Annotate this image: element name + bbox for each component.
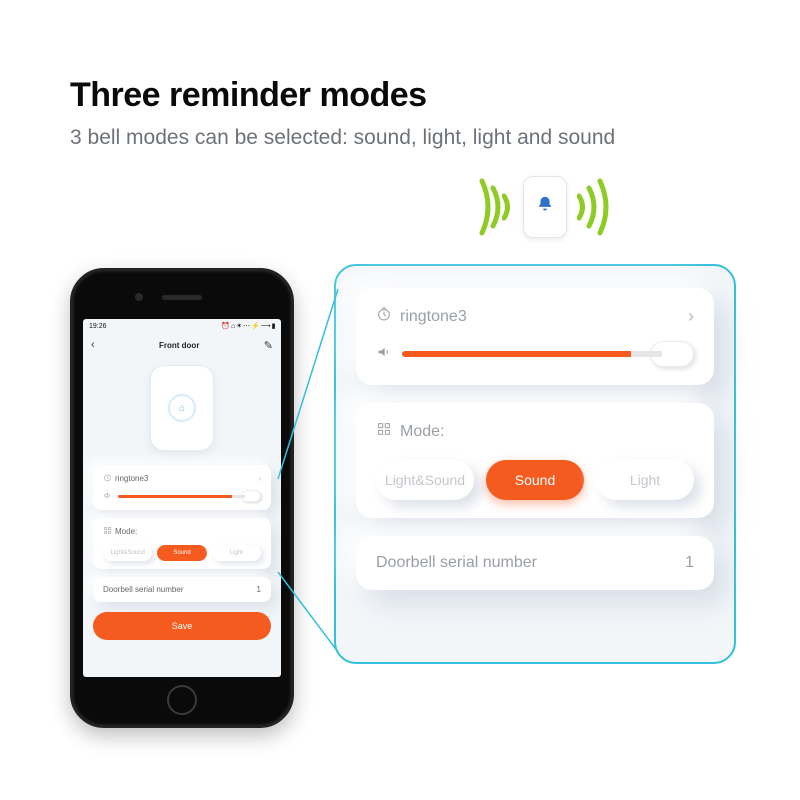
chime-body xyxy=(523,176,567,238)
mode-option-light[interactable]: Light xyxy=(212,545,261,561)
ringtone-row[interactable]: ringtone3 › xyxy=(103,473,261,484)
sound-wave-icon xyxy=(502,193,513,221)
chevron-right-icon: › xyxy=(258,474,261,483)
edit-icon[interactable]: ✎ xyxy=(264,339,273,352)
phone-camera xyxy=(135,293,143,301)
doorbell-button-icon: ⌂ xyxy=(168,394,196,422)
serial-card-zoom: Doorbell serial number 1 xyxy=(356,536,714,590)
volume-slider-zoom[interactable] xyxy=(376,341,694,367)
phone-speaker xyxy=(162,295,202,300)
mode-option-light-sound[interactable]: Light&Sound xyxy=(103,545,152,561)
serial-label: Doorbell serial number xyxy=(103,585,183,594)
phone-screen: 19:26 ⏰ ⌂ ✶ ⋯ ⚡ ⟶ ▮ ‹ Front door ✎ ⌂ rin… xyxy=(83,319,281,677)
serial-value: 1 xyxy=(257,585,261,594)
back-icon[interactable]: ‹ xyxy=(91,339,95,351)
volume-icon xyxy=(376,344,392,365)
volume-track-zoom[interactable] xyxy=(402,351,662,357)
serial-label-zoom: Doorbell serial number xyxy=(376,554,537,572)
status-icons: ⏰ ⌂ ✶ ⋯ ⚡ ⟶ ▮ xyxy=(221,322,275,330)
home-button[interactable] xyxy=(167,685,197,715)
volume-track[interactable] xyxy=(118,495,245,498)
ringtone-row-zoom[interactable]: ringtone3 › xyxy=(376,306,694,327)
volume-slider[interactable] xyxy=(103,490,261,502)
serial-card: Doorbell serial number 1 xyxy=(93,577,271,602)
timer-icon xyxy=(103,473,112,484)
grid-icon xyxy=(103,526,112,537)
save-button[interactable]: Save xyxy=(93,612,271,640)
mode-option-light-sound-zoom[interactable]: Light&Sound xyxy=(376,460,474,500)
mode-card: Mode: Light&Sound Sound Light xyxy=(93,518,271,569)
device-hero: ⌂ xyxy=(83,357,281,465)
screen-title: Front door xyxy=(159,341,199,350)
page-title: Three reminder modes xyxy=(70,76,427,115)
ringtone-label: ringtone3 xyxy=(115,474,148,483)
ringtone-card-zoom: ringtone3 › xyxy=(356,288,714,385)
timer-icon xyxy=(376,306,392,327)
status-bar: 19:26 ⏰ ⌂ ✶ ⋯ ⚡ ⟶ ▮ xyxy=(83,319,281,333)
mode-option-sound[interactable]: Sound xyxy=(157,545,206,561)
mode-option-light-zoom[interactable]: Light xyxy=(596,460,694,500)
ringtone-label-zoom: ringtone3 xyxy=(400,308,467,326)
mode-label-zoom: Mode: xyxy=(400,423,444,441)
bell-icon xyxy=(534,194,556,221)
doorbell-device: ⌂ xyxy=(150,365,214,451)
phone-mockup: 19:26 ⏰ ⌂ ✶ ⋯ ⚡ ⟶ ▮ ‹ Front door ✎ ⌂ rin… xyxy=(70,268,294,728)
serial-value-zoom: 1 xyxy=(685,554,694,572)
ringtone-card: ringtone3 › xyxy=(93,465,271,510)
mode-label: Mode: xyxy=(115,527,137,536)
chime-illustration xyxy=(450,162,640,252)
zoom-panel: ringtone3 › Mode: Light&Sound Sound Ligh… xyxy=(334,264,736,664)
screen-header: ‹ Front door ✎ xyxy=(83,333,281,357)
mode-card-zoom: Mode: Light&Sound Sound Light xyxy=(356,403,714,518)
mode-option-sound-zoom[interactable]: Sound xyxy=(486,460,584,500)
sound-wave-icon xyxy=(596,177,612,237)
page-subtitle: 3 bell modes can be selected: sound, lig… xyxy=(70,126,615,150)
volume-icon xyxy=(103,491,112,502)
grid-icon xyxy=(376,421,392,442)
status-time: 19:26 xyxy=(89,323,107,330)
chevron-right-icon: › xyxy=(688,306,694,327)
